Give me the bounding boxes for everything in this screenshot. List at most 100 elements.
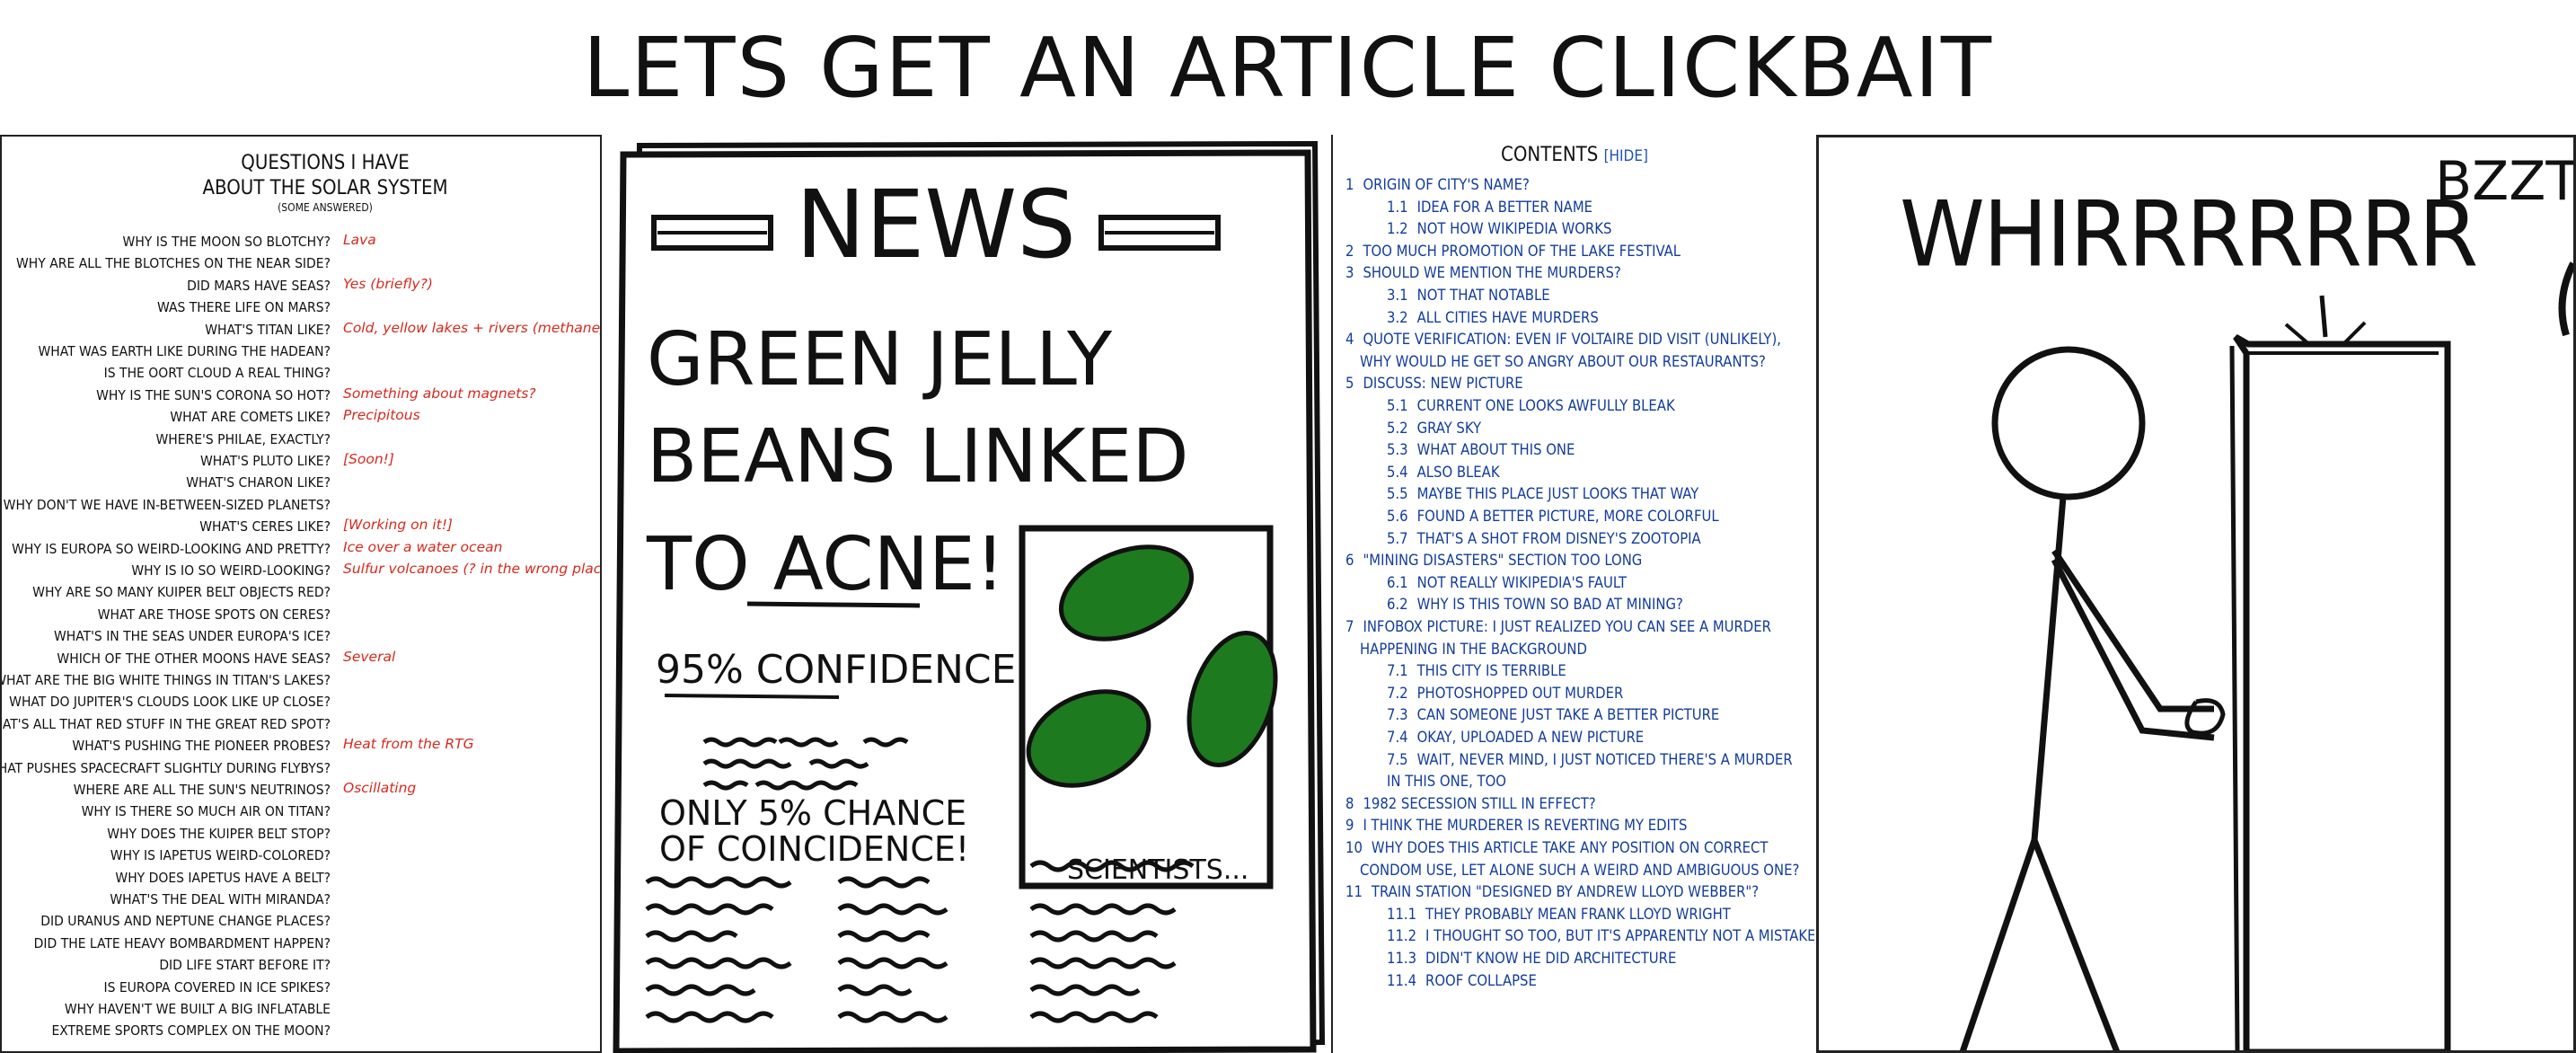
toc-number: 6.2 [1387, 596, 1408, 614]
heading-line-2: ABOUT THE SOLAR SYSTEM [202, 177, 448, 199]
toc-text: ORIGIN OF CITY'S NAME? [1363, 176, 1530, 193]
contents-title: CONTENTS [HIDE] [1333, 144, 1814, 166]
answer-item: Ice over a water ocean [343, 538, 503, 555]
toc-entry[interactable]: 11 TRAIN STATION "DESIGNED BY ANDREW LLOY… [1345, 883, 1759, 900]
answer-item: Something about magnets? [343, 385, 536, 402]
toc-entry[interactable]: IN THIS ONE, TOO [1387, 773, 1506, 790]
toc-entry[interactable]: 3.2 ALL CITIES HAVE MURDERS [1387, 309, 1599, 326]
question-item: WHY DON'T WE HAVE IN-BETWEEN-SIZED PLANE… [3, 496, 331, 513]
toc-text: "MINING DISASTERS" SECTION TOO LONG [1363, 552, 1643, 570]
question-item: WHERE ARE ALL THE SUN'S NEUTRINOS? [73, 782, 331, 798]
toc-entry[interactable]: 5.5 MAYBE THIS PLACE JUST LOOKS THAT WAY [1387, 485, 1698, 502]
scientists-label: SCIENTISTS... [1067, 854, 1248, 886]
toc-number: 3 [1345, 264, 1354, 282]
toc-text: I THOUGHT SO TOO, BUT IT'S APPARENTLY NO… [1425, 927, 1814, 945]
toc-text: SHOULD WE MENTION THE MURDERS? [1363, 264, 1621, 282]
toc-number: 2 [1345, 242, 1354, 260]
toc-entry[interactable]: 7.4 OKAY, UPLOADED A NEW PICTURE [1387, 729, 1644, 746]
answer-item: [Soon!] [343, 451, 394, 467]
toc-entry[interactable]: 11.2 I THOUGHT SO TOO, BUT IT'S APPARENTL… [1387, 927, 1814, 944]
answer-item: [Working on it!] [343, 517, 453, 534]
toc-number: 7.5 [1387, 750, 1408, 768]
toc-number: 10 [1345, 839, 1363, 856]
question-item: WHAT'S THE DEAL WITH MIRANDA? [110, 891, 331, 907]
toc-text: WHY WOULD HE GET SO ANGRY ABOUT OUR REST… [1360, 352, 1766, 370]
toc-entry[interactable]: 9 I THINK THE MURDERER IS REVERTING MY ED… [1345, 817, 1687, 834]
toc-entry[interactable]: 7 INFOBOX PICTURE: I JUST REALIZED YOU CA… [1345, 618, 1771, 635]
answer-item: Oscillating [343, 780, 417, 796]
toc-entry[interactable]: 11.1 THEY PROBABLY MEAN FRANK LLOYD WRIGH… [1387, 906, 1731, 923]
toc-entry[interactable]: 3.1 NOT THAT NOTABLE [1387, 287, 1550, 304]
questions-subheading: (SOME ANSWERED) [278, 201, 373, 214]
question-item: DID THE LATE HEAVY BOMBARDMENT HAPPEN? [33, 934, 331, 951]
panel-newspaper: NEWS GREEN JELLY BEANS LINKED TO ACNE! 9… [604, 135, 1329, 1053]
toc-text: IDEA FOR A BETTER NAME [1416, 198, 1593, 216]
toc-entry[interactable]: 5.7 THAT'S A SHOT FROM DISNEY'S ZOOTOPIA [1387, 530, 1701, 547]
toc-number: 11.2 [1387, 927, 1417, 945]
question-item: WHY IS EUROPA SO WEIRD-LOOKING AND PRETT… [12, 540, 331, 557]
toc-text: THAT'S A SHOT FROM DISNEY'S ZOOTOPIA [1416, 529, 1701, 547]
toc-number: 7 [1345, 618, 1354, 635]
toc-entry[interactable]: 7.5 WAIT, NEVER MIND, I JUST NOTICED THER… [1387, 751, 1793, 768]
toc-entry[interactable]: 5 DISCUSS: NEW PICTURE [1345, 375, 1523, 392]
toc-number: 5.4 [1387, 463, 1408, 481]
answer-item: Sulfur volcanoes (? in the wrong places?… [343, 561, 602, 577]
toc-text: CAN SOMEONE JUST TAKE A BETTER PICTURE [1416, 706, 1720, 724]
toc-number: 7.2 [1387, 684, 1408, 702]
toc-text: IN THIS ONE, TOO [1387, 773, 1506, 791]
toc-entry[interactable]: 1.2 NOT HOW WIKIPEDIA WORKS [1387, 220, 1611, 237]
toc-text: NOT HOW WIKIPEDIA WORKS [1416, 220, 1612, 238]
question-item: DID URANUS AND NEPTUNE CHANGE PLACES? [40, 913, 331, 930]
comic-title: LETS GET AN ARTICLE CLICKBAIT [582, 20, 1994, 116]
toc-entry[interactable]: 5.3 WHAT ABOUT THIS ONE [1387, 441, 1575, 458]
toc-text: HAPPENING IN THE BACKGROUND [1360, 640, 1587, 658]
headline-line-3: TO ACNE! [646, 522, 1005, 607]
toc-entry[interactable]: 1 ORIGIN OF CITY'S NAME? [1345, 176, 1530, 193]
toc-number: 9 [1345, 817, 1354, 835]
toc-number: 8 [1345, 794, 1354, 812]
toc-entry[interactable]: 7.3 CAN SOMEONE JUST TAKE A BETTER PICTUR… [1387, 706, 1719, 723]
toc-text: 1982 SECESSION STILL IN EFFECT? [1363, 794, 1596, 812]
toc-number: 6 [1345, 552, 1354, 570]
toc-text: OKAY, UPLOADED A NEW PICTURE [1416, 729, 1645, 746]
toc-entry[interactable]: 5.6 FOUND A BETTER PICTURE, MORE COLORFUL [1387, 508, 1719, 525]
toc-text: WAIT, NEVER MIND, I JUST NOTICED THERE'S… [1416, 750, 1793, 768]
toc-entry[interactable]: 10 WHY DOES THIS ARTICLE TAKE ANY POSITIO… [1345, 839, 1768, 856]
toc-entry[interactable]: HAPPENING IN THE BACKGROUND [1360, 641, 1587, 658]
toc-entry[interactable]: 3 SHOULD WE MENTION THE MURDERS? [1345, 264, 1621, 281]
toc-text: THIS CITY IS TERRIBLE [1416, 662, 1566, 680]
toc-entry[interactable]: 6 "MINING DISASTERS" SECTION TOO LONG [1345, 552, 1642, 569]
contents-heading: CONTENTS [1501, 144, 1599, 166]
toc-entry[interactable]: 11.4 ROOF COLLAPSE [1387, 972, 1537, 989]
answer-item: Several [343, 648, 396, 665]
answer-item: Lava [343, 232, 376, 248]
question-item: IS EUROPA COVERED IN ICE SPIKES? [103, 978, 331, 995]
toc-text: NOT THAT NOTABLE [1416, 287, 1550, 304]
question-item: WHY IS IO SO WEIRD-LOOKING? [131, 562, 331, 579]
toc-entry[interactable]: 7.2 PHOTOSHOPPED OUT MURDER [1387, 685, 1623, 702]
toc-number: 1.1 [1387, 198, 1408, 216]
question-item: WHY IS IAPETUS WEIRD-COLORED? [110, 847, 331, 864]
newspaper-drawing: NEWS GREEN JELLY BEANS LINKED TO ACNE! 9… [613, 140, 1326, 1053]
hide-link[interactable]: [HIDE] [1604, 147, 1648, 165]
toc-entry[interactable]: 5.1 CURRENT ONE LOOKS AWFULLY BLEAK [1387, 397, 1675, 414]
question-item: WHAT'S CHARON LIKE? [186, 474, 331, 491]
toc-entry[interactable]: 1.1 IDEA FOR A BETTER NAME [1387, 199, 1592, 216]
toc-entry[interactable]: 2 TOO MUCH PROMOTION OF THE LAKE FESTIVAL [1345, 243, 1681, 260]
toc-entry[interactable]: 11.3 DIDN'T KNOW HE DID ARCHITECTURE [1387, 950, 1676, 967]
toc-entry[interactable]: 5.2 GRAY SKY [1387, 420, 1481, 437]
toc-text: TRAIN STATION "DESIGNED BY ANDREW LLOYD … [1371, 883, 1760, 901]
toc-number: 11.4 [1387, 971, 1417, 989]
toc-entry[interactable]: 8 1982 SECESSION STILL IN EFFECT? [1345, 795, 1596, 812]
question-item: WHAT WAS EARTH LIKE DURING THE HADEAN? [38, 343, 331, 359]
toc-entry[interactable]: 7.1 THIS CITY IS TERRIBLE [1387, 662, 1566, 679]
toc-entry[interactable]: 6.2 WHY IS THIS TOWN SO BAD AT MINING? [1387, 596, 1683, 613]
toc-number: 3.2 [1387, 308, 1408, 326]
toc-entry[interactable]: 5.4 ALSO BLEAK [1387, 464, 1500, 481]
answer-item: Heat from the RTG [343, 736, 474, 753]
question-item: WHY ARE SO MANY KUIPER BELT OBJECTS RED? [32, 584, 331, 601]
toc-entry[interactable]: CONDOM USE, LET ALONE SUCH A WEIRD AND A… [1360, 862, 1799, 879]
toc-entry[interactable]: WHY WOULD HE GET SO ANGRY ABOUT OUR REST… [1360, 353, 1766, 370]
toc-entry[interactable]: 6.1 NOT REALLY WIKIPEDIA'S FAULT [1387, 574, 1627, 591]
toc-entry[interactable]: 4 QUOTE VERIFICATION: EVEN IF VOLTAIRE DI… [1345, 331, 1781, 348]
